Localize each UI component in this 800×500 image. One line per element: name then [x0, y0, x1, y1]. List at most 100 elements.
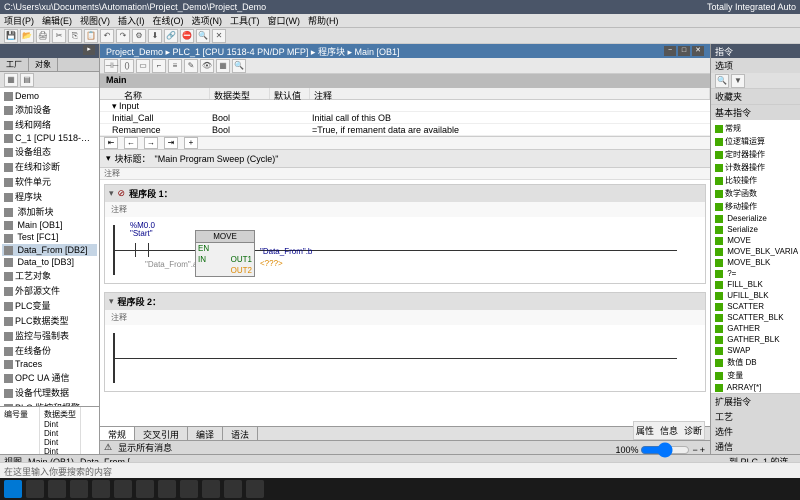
- instruction-item[interactable]: SCATTER_BLK: [713, 312, 798, 323]
- paste-icon[interactable]: 📋: [84, 29, 98, 43]
- tab-properties[interactable]: 属性: [636, 424, 654, 437]
- tree-item[interactable]: Demo: [2, 90, 97, 102]
- ladder-editor[interactable]: ▾ ⊘ 程序段 1： 注释 %M0.0 "Start" "Data_From".…: [100, 180, 710, 426]
- menu-online[interactable]: 在线(O): [153, 14, 184, 27]
- undo-icon[interactable]: ↶: [100, 29, 114, 43]
- tree-item[interactable]: OPC UA 通信: [2, 370, 97, 385]
- redo-icon[interactable]: ↷: [116, 29, 130, 43]
- nav-new-icon[interactable]: +: [184, 137, 198, 149]
- cut-icon[interactable]: ✂: [52, 29, 66, 43]
- tree-item[interactable]: 线和网络: [2, 117, 97, 132]
- tab-object[interactable]: 对象: [29, 58, 58, 71]
- menu-insert[interactable]: 插入(I): [118, 14, 145, 27]
- tree-item[interactable]: Data_to [DB3]: [2, 256, 97, 268]
- et-contact-icon[interactable]: ⊣⊢: [104, 59, 118, 73]
- menu-help[interactable]: 帮助(H): [308, 14, 339, 27]
- btab-compile[interactable]: 编译: [188, 427, 223, 440]
- nav-first-icon[interactable]: ⇤: [104, 137, 118, 149]
- app2-icon[interactable]: [224, 480, 242, 498]
- instruction-item[interactable]: ?=: [713, 268, 798, 279]
- tree-item[interactable]: PLC数据类型: [2, 313, 97, 328]
- tree-item[interactable]: Test [FC1]: [2, 231, 97, 243]
- instruction-item[interactable]: SWAP: [713, 345, 798, 356]
- instruction-item[interactable]: GATHER_BLK: [713, 334, 798, 345]
- menu-options[interactable]: 选项(N): [192, 14, 223, 27]
- compile-icon[interactable]: ⚙: [132, 29, 146, 43]
- breadcrumb[interactable]: Project_Demo ▸ PLC_1 [CPU 1518-4 PN/DP M…: [106, 45, 400, 58]
- menu-view[interactable]: 视图(V): [80, 14, 110, 27]
- instruction-item[interactable]: FILL_BLK: [713, 279, 798, 290]
- app3-icon[interactable]: [246, 480, 264, 498]
- tree-item[interactable]: 程序块: [2, 189, 97, 204]
- btab-xref[interactable]: 交叉引用: [135, 427, 188, 440]
- network-1-header[interactable]: ▾ ⊘ 程序段 1：: [105, 185, 705, 202]
- et-rung-icon[interactable]: ≡: [168, 59, 182, 73]
- out2-operand[interactable]: <???>: [260, 259, 283, 268]
- tab-plant[interactable]: 工厂: [0, 58, 29, 71]
- instruction-item[interactable]: 计数器操作: [713, 161, 798, 174]
- tree-item[interactable]: 在线备份: [2, 343, 97, 358]
- download-icon[interactable]: ⬇: [148, 29, 162, 43]
- tree-item[interactable]: 设备代理数据: [2, 385, 97, 400]
- doc-close-icon[interactable]: ✕: [692, 46, 704, 56]
- instruction-item[interactable]: 定时器操作: [713, 148, 798, 161]
- tree-item[interactable]: 添加新块: [2, 204, 97, 219]
- instruction-item[interactable]: 常规: [713, 122, 798, 135]
- et-box-icon[interactable]: ▭: [136, 59, 150, 73]
- cortana-icon[interactable]: [48, 480, 66, 498]
- tab-diag[interactable]: 诊断: [684, 424, 702, 437]
- menu-tools[interactable]: 工具(T): [230, 14, 260, 27]
- col-type[interactable]: 数据类型: [210, 88, 270, 99]
- et-monitor-icon[interactable]: 👁: [200, 59, 214, 73]
- nav-next-icon[interactable]: →: [144, 137, 158, 149]
- instruction-item[interactable]: 位逻辑运算: [713, 135, 798, 148]
- explorer-icon[interactable]: [92, 480, 110, 498]
- edge-icon[interactable]: [114, 480, 132, 498]
- collapse-icon[interactable]: ▾: [109, 188, 114, 199]
- nav-prev-icon[interactable]: ←: [124, 137, 138, 149]
- optional-header[interactable]: 选件: [711, 424, 800, 439]
- tree-item[interactable]: 外部源文件: [2, 283, 97, 298]
- option-section[interactable]: 选项: [711, 58, 800, 73]
- move-box[interactable]: MOVE EN INOUT1 OUT2: [195, 230, 255, 277]
- store-icon[interactable]: [136, 480, 154, 498]
- tia-icon[interactable]: [180, 480, 198, 498]
- tree-item[interactable]: Main [OB1]: [2, 219, 97, 231]
- network-2[interactable]: ▾ 程序段 2： 注释: [104, 292, 706, 392]
- print-icon[interactable]: 🖨: [36, 29, 50, 43]
- interface-row[interactable]: ▾ Input: [100, 100, 710, 112]
- filter-dropdown[interactable]: 显示所有消息: [118, 441, 172, 454]
- network-1-body[interactable]: %M0.0 "Start" "Data_From".a MOVE EN INOU…: [105, 217, 705, 283]
- col-name[interactable]: 名称: [120, 88, 210, 99]
- network-1[interactable]: ▾ ⊘ 程序段 1： 注释 %M0.0 "Start" "Data_From".…: [104, 184, 706, 284]
- instruction-tree[interactable]: 常规位逻辑运算定时器操作计数器操作比较操作数学函数移动操作 Deserializ…: [711, 120, 800, 394]
- save-icon[interactable]: 💾: [4, 29, 18, 43]
- rung-1[interactable]: %M0.0 "Start" "Data_From".a MOVE EN INOU…: [113, 225, 697, 275]
- tree-item[interactable]: Data_From [DB2]: [2, 244, 97, 256]
- collapse-all-icon[interactable]: ▤: [20, 73, 34, 87]
- instruction-item[interactable]: MOVE_BLK: [713, 257, 798, 268]
- network-2-comment[interactable]: 注释: [105, 310, 705, 325]
- col-default[interactable]: 默认值: [270, 88, 310, 99]
- btab-general[interactable]: 常规: [100, 427, 135, 440]
- start-button-icon[interactable]: [4, 480, 22, 498]
- tree-item[interactable]: PLC变量: [2, 298, 97, 313]
- instruction-item[interactable]: Serialize: [713, 224, 798, 235]
- search-taskbar-icon[interactable]: [26, 480, 44, 498]
- et-comment-icon[interactable]: ✎: [184, 59, 198, 73]
- tree-item[interactable]: Traces: [2, 358, 97, 370]
- instruction-item[interactable]: ARRAY[*]: [713, 382, 798, 393]
- interface-row[interactable]: RemanenceBool=True, if remanent data are…: [100, 124, 710, 136]
- project-tree[interactable]: Demo添加设备线和网络C_1 [CPU 1518-4 PN/DP MFP]设备…: [0, 88, 99, 406]
- tree-item[interactable]: 添加设备: [2, 102, 97, 117]
- tree-item[interactable]: 监控与强制表: [2, 328, 97, 343]
- btab-syntax[interactable]: 语法: [223, 427, 258, 440]
- tech-header[interactable]: 工艺: [711, 409, 800, 424]
- tree-item[interactable]: 在线和诊断: [2, 159, 97, 174]
- network-1-comment[interactable]: 注释: [105, 202, 705, 217]
- block-title-value[interactable]: "Main Program Sweep (Cycle)": [155, 154, 279, 164]
- left-collapse-icon[interactable]: ▸: [83, 45, 95, 55]
- tree-item[interactable]: 工艺对象: [2, 268, 97, 283]
- instruction-item[interactable]: Deserialize: [713, 213, 798, 224]
- rt-filter-icon[interactable]: ▼: [731, 74, 745, 88]
